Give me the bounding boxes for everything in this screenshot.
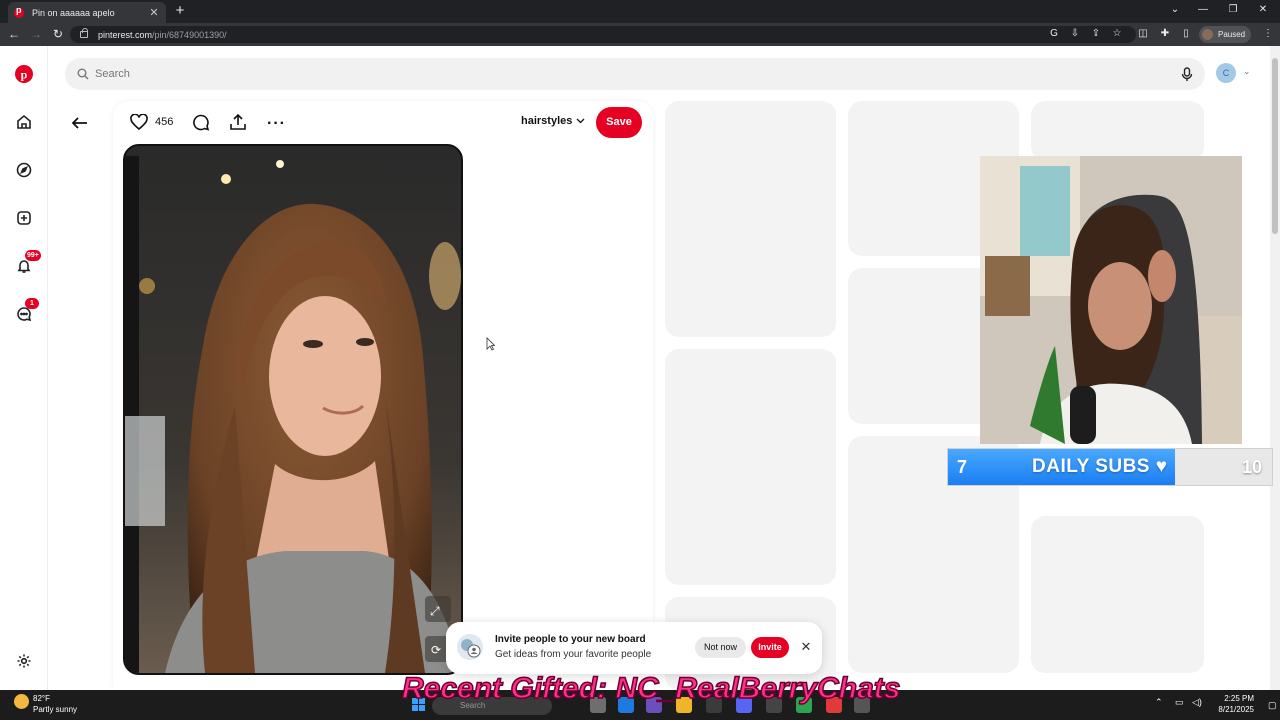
- board-name: hairstyles: [521, 115, 573, 127]
- google-icon[interactable]: G: [1048, 28, 1060, 40]
- notifications-bell-icon[interactable]: 99+: [13, 250, 41, 277]
- browser-tab[interactable]: Pin on aaaaaa apelo ✕: [8, 2, 166, 23]
- search-input[interactable]: Search: [95, 68, 1181, 80]
- webcam-overlay: [980, 156, 1242, 444]
- install-app-icon[interactable]: ⇩: [1069, 28, 1081, 40]
- comment-icon[interactable]: [192, 114, 210, 136]
- related-pin-placeholder[interactable]: [1031, 101, 1204, 161]
- home-icon[interactable]: [13, 111, 35, 133]
- tab-search-icon[interactable]: ⌄: [1160, 3, 1190, 17]
- address-bar[interactable]: pinterest.com/pin/68749001390/: [70, 26, 1136, 43]
- user-avatar[interactable]: C: [1216, 63, 1236, 83]
- explore-compass-icon[interactable]: [13, 159, 35, 181]
- messages-icon[interactable]: 1: [13, 298, 39, 325]
- search-icon: [77, 68, 89, 80]
- notifications-badge: 99+: [25, 250, 41, 261]
- daily-subs-label: DAILY SUBS ♥: [1032, 456, 1168, 478]
- profile-paused-button[interactable]: Paused: [1199, 26, 1251, 43]
- close-tab-icon[interactable]: ✕: [148, 6, 160, 19]
- bookmark-star-icon[interactable]: ☆: [1111, 28, 1123, 40]
- weather-sun-icon[interactable]: [14, 694, 29, 709]
- new-tab-icon[interactable]: +: [172, 3, 188, 19]
- reload-icon[interactable]: ↻: [50, 26, 66, 42]
- network-icon[interactable]: ▭: [1175, 697, 1184, 708]
- heart-icon: ♥: [1155, 456, 1168, 477]
- volume-icon[interactable]: ◁): [1192, 697, 1202, 708]
- close-window-icon[interactable]: ✕: [1248, 3, 1278, 17]
- related-pin-placeholder[interactable]: [665, 101, 836, 337]
- page-scrollbar-thumb[interactable]: [1272, 58, 1278, 234]
- back-arrow-icon[interactable]: [70, 113, 90, 133]
- close-icon[interactable]: ✕: [799, 639, 813, 655]
- pin-image[interactable]: [123, 144, 463, 675]
- taskbar-clock-date[interactable]: 8/21/2025: [1214, 705, 1254, 714]
- expand-image-icon[interactable]: ⤢: [430, 604, 440, 619]
- svg-text:p: p: [21, 68, 28, 82]
- not-now-button[interactable]: Not now: [695, 637, 746, 658]
- weather-temperature: 82°F: [33, 694, 50, 703]
- show-hidden-icons-chevron-icon[interactable]: ⌃: [1155, 697, 1163, 708]
- microphone-icon[interactable]: [1181, 66, 1193, 82]
- profile-status: Paused: [1218, 30, 1246, 39]
- create-plus-icon[interactable]: [13, 207, 35, 229]
- toast-subtitle: Get ideas from your favorite people: [495, 649, 652, 660]
- back-arrow-icon[interactable]: ←: [6, 26, 22, 42]
- account-chevron-down-icon[interactable]: ⌄: [1243, 66, 1251, 77]
- invite-people-icon: [457, 634, 483, 660]
- pinterest-side-nav: [0, 46, 48, 690]
- url-path: /pin/68749001390/: [152, 29, 227, 40]
- url-domain: pinterest.com: [98, 29, 153, 40]
- heart-icon[interactable]: [130, 113, 148, 135]
- side-panel-icon[interactable]: ▯: [1180, 28, 1192, 40]
- restore-icon[interactable]: ❐: [1218, 3, 1248, 17]
- minimize-icon[interactable]: —: [1188, 3, 1218, 17]
- share-upload-icon[interactable]: [229, 113, 247, 136]
- invite-button[interactable]: Invite: [751, 637, 789, 658]
- cast-icon[interactable]: ◫: [1137, 28, 1149, 40]
- more-options-icon[interactable]: ···: [267, 115, 286, 133]
- chrome-menu-icon[interactable]: ⋮: [1262, 28, 1274, 40]
- browser-tab-strip: [0, 0, 1280, 23]
- search-bar[interactable]: Search: [65, 58, 1205, 90]
- related-pin-placeholder[interactable]: [1031, 516, 1204, 673]
- share-icon[interactable]: ⇪: [1090, 28, 1102, 40]
- toast-title: Invite people to your new board: [495, 634, 646, 645]
- taskbar-clock-time[interactable]: 2:25 PM: [1214, 694, 1254, 703]
- tab-title: Pin on aaaaaa apelo: [32, 7, 115, 18]
- daily-subs-current: 7: [957, 457, 968, 477]
- pinterest-favicon-icon: [14, 5, 24, 18]
- forward-arrow-icon[interactable]: →: [28, 26, 44, 42]
- weather-description: Partly sunny: [33, 705, 78, 714]
- url-text: pinterest.com/pin/68749001390/: [98, 30, 227, 40]
- board-dropdown[interactable]: hairstyles: [521, 115, 585, 127]
- messages-badge: 1: [25, 298, 39, 309]
- recent-gifted-ticker: Recent Gifted: NC_RealBerryChats: [401, 671, 901, 706]
- mouse-cursor-icon: [486, 337, 496, 356]
- visual-search-icon[interactable]: ⟳: [431, 643, 441, 657]
- save-button[interactable]: Save: [596, 107, 642, 138]
- daily-subs-label-text: DAILY SUBS: [1032, 456, 1150, 477]
- profile-avatar: [1202, 29, 1213, 40]
- pinterest-logo-icon[interactable]: p: [13, 63, 35, 85]
- daily-subs-goal: 10: [1242, 457, 1263, 477]
- notification-center-icon[interactable]: ▢: [1268, 700, 1277, 711]
- chevron-down-icon: [576, 118, 585, 124]
- like-count: 456: [155, 116, 174, 128]
- lock-icon: [80, 28, 88, 38]
- settings-gear-icon[interactable]: [13, 650, 35, 672]
- extensions-icon[interactable]: ✚: [1159, 28, 1171, 40]
- related-pin-placeholder[interactable]: [665, 349, 836, 585]
